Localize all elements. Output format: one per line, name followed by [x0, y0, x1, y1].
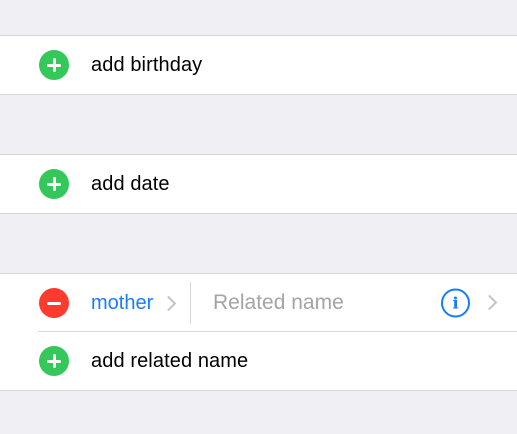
contact-edit-screen: add birthday add date mother i — [0, 0, 517, 434]
relation-type-label: mother — [91, 291, 154, 314]
relation-type-selector[interactable]: mother — [91, 291, 177, 315]
info-icon[interactable]: i — [441, 288, 470, 318]
chevron-right-icon — [160, 295, 177, 311]
chevron-right-icon — [481, 294, 498, 311]
add-birthday-row[interactable]: add birthday — [0, 36, 517, 94]
add-date-button[interactable] — [39, 169, 69, 199]
related-name-section: mother i add related name — [0, 273, 517, 391]
section-spacer — [0, 391, 517, 434]
section-spacer — [0, 95, 517, 154]
add-birthday-button[interactable] — [39, 50, 69, 80]
field-divider — [190, 282, 191, 324]
add-related-name-row[interactable]: add related name — [0, 331, 517, 390]
add-date-label: add date — [91, 172, 170, 195]
related-name-input[interactable] — [213, 283, 423, 323]
date-section: add date — [0, 154, 517, 214]
section-spacer — [0, 0, 517, 35]
section-spacer — [0, 214, 517, 273]
add-related-name-button[interactable] — [39, 346, 69, 376]
remove-related-name-button[interactable] — [39, 288, 69, 318]
add-related-name-label: add related name — [91, 349, 249, 372]
add-date-row[interactable]: add date — [0, 155, 517, 213]
minus-icon — [47, 301, 61, 305]
birthday-section: add birthday — [0, 35, 517, 95]
related-name-row: mother i — [0, 274, 517, 332]
add-birthday-label: add birthday — [91, 53, 203, 76]
